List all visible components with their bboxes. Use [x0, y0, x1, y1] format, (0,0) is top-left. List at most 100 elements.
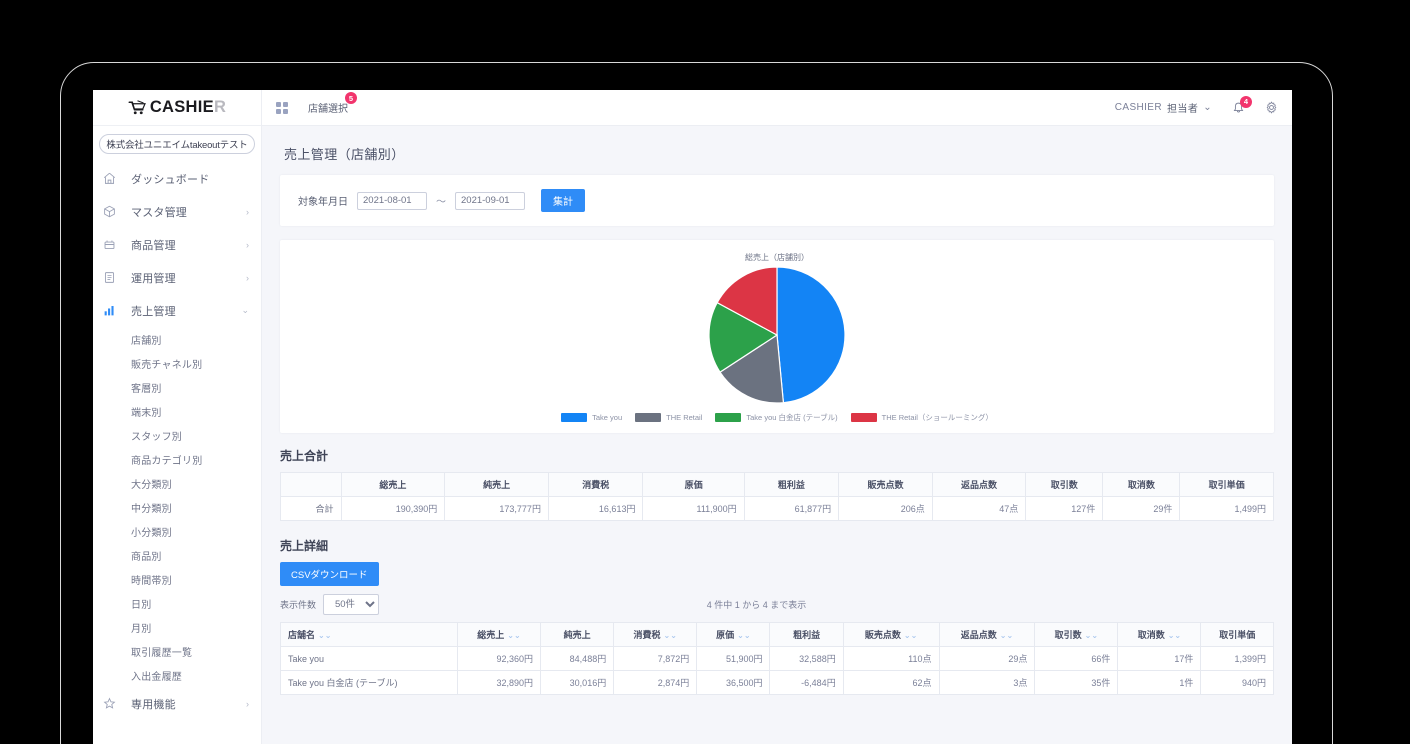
detail-column-header[interactable]: 取消数 ⌄⌄ — [1117, 622, 1202, 647]
sidebar-item-special-features[interactable]: 専用機能 › — [93, 687, 261, 720]
grid-icon[interactable] — [276, 101, 288, 114]
notification-badge: 4 — [1240, 95, 1252, 108]
legend-item[interactable]: THE Retail（ショールーミング） — [850, 412, 993, 423]
sidebar-subitem-11[interactable]: 日別 — [93, 591, 261, 615]
detail-cell: 110点 — [842, 646, 940, 671]
pie-chart — [280, 265, 1274, 405]
legend-label: Take you 白金店 (テーブル) — [746, 413, 838, 422]
sidebar-subitem-10[interactable]: 時間帯別 — [93, 567, 261, 591]
detail-column-header[interactable]: 取引数 ⌄⌄ — [1034, 622, 1119, 647]
sidebar-item-products[interactable]: 商品管理 › — [93, 228, 261, 261]
detail-column-header: 純売上 — [539, 622, 615, 647]
sidebar-subitem-9[interactable]: 商品別 — [93, 543, 261, 567]
sidebar-subitem-1[interactable]: 販売チャネル別 — [93, 351, 261, 375]
chevron-right-icon: › — [246, 206, 249, 217]
per-page-select[interactable]: 50件 — [323, 594, 380, 615]
store-select-button[interactable]: 店舗選択 5 — [308, 92, 357, 115]
sidebar-subitem-13[interactable]: 取引履歴一覧 — [93, 639, 261, 663]
sort-icon: ⌄⌄ — [999, 631, 1014, 640]
sidebar-subitem-2[interactable]: 客層別 — [93, 375, 261, 399]
chevron-right-icon: › — [246, 239, 249, 250]
sidebar-item-label: ダッシュボード — [131, 173, 210, 186]
detail-cell: 1件 — [1117, 670, 1202, 695]
sort-icon: ⌄⌄ — [507, 631, 521, 640]
table-row[interactable]: Take you 白金店 (テーブル) 32,890円 30,016円 2,874円 3… — [280, 670, 1274, 695]
sidebar-subitem-3[interactable]: 端末別 — [93, 399, 261, 423]
sidebar-item-label: 売上管理 — [131, 305, 176, 318]
filter-card: 対象年月日 ～ 集計 — [280, 175, 1274, 226]
summary-cell: 1,499円 — [1179, 496, 1274, 521]
detail-table-header-row: 店舗名 ⌄⌄ 総売上 ⌄⌄ 純売上 消費税 ⌄⌄ 原価 ⌄⌄ 粗利益 販売点数 ⌄⌄ 返品点数 ⌄⌄ 取引数… — [280, 622, 1274, 647]
legend-item[interactable]: THE Retail — [635, 412, 702, 423]
user-menu[interactable]: CASHIER 担当者 ⌄ — [1115, 100, 1212, 115]
notification-bell-button[interactable]: 4 — [1232, 95, 1252, 115]
clipboard-icon — [103, 271, 123, 284]
summary-heading: 売上合計 — [280, 449, 329, 463]
detail-cell: 92,360円 — [456, 646, 541, 671]
sort-icon: ⌄⌄ — [737, 631, 751, 640]
csv-download-button[interactable]: CSVダウンロード — [280, 562, 379, 586]
summary-column-header: 粗利益 — [743, 472, 840, 497]
summary-column-header: 総売上 — [340, 472, 446, 497]
detail-cell: 29点 — [938, 646, 1036, 671]
chevron-right-icon: › — [246, 698, 249, 709]
settings-button[interactable] — [1265, 101, 1278, 114]
aggregate-button[interactable]: 集計 — [541, 189, 585, 212]
sort-icon: ⌄⌄ — [318, 631, 332, 640]
table-controls-row: 表示件数 50件 4 件中 1 から 4 まで表示 — [280, 594, 1274, 615]
sidebar-item-sales[interactable]: 売上管理 ⌄ — [93, 294, 261, 327]
company-badge: 株式会社ユニエイムtakeoutテスト — [99, 134, 255, 154]
detail-cell: 2,874円 — [613, 670, 698, 695]
detail-column-header[interactable]: 店舗名 ⌄⌄ — [280, 622, 458, 647]
sidebar-subitem-12[interactable]: 月別 — [93, 615, 261, 639]
sidebar-item-master[interactable]: マスタ管理 › — [93, 195, 261, 228]
sidebar-nav: ダッシュボード マスタ管理 › 商品管理 › 運用管理 › 売上管理 ⌄ 店舗別… — [93, 160, 261, 720]
sidebar-subitem-14[interactable]: 入出金履歴 — [93, 663, 261, 687]
sort-icon: ⌄⌄ — [1167, 631, 1182, 640]
summary-column-header: 返品点数 — [931, 472, 1027, 497]
detail-column-header[interactable]: 原価 ⌄⌄ — [696, 622, 771, 647]
sidebar-subitem-4[interactable]: スタッフ別 — [93, 423, 261, 447]
summary-cell: 190,390円 — [340, 496, 446, 521]
sidebar-item-label: マスタ管理 — [131, 206, 187, 219]
sidebar-subitem-6[interactable]: 大分類別 — [93, 471, 261, 495]
legend-item[interactable]: Take you — [561, 412, 622, 423]
sidebar-item-operations[interactable]: 運用管理 › — [93, 261, 261, 294]
user-role-label: 担当者 — [1167, 104, 1199, 115]
detail-cell: Take you — [280, 646, 458, 671]
summary-cell: 111,900円 — [642, 496, 745, 521]
legend-label: THE Retail — [666, 413, 703, 422]
detail-column-header[interactable]: 返品点数 ⌄⌄ — [938, 622, 1036, 647]
screenshot-stage: CASHIER 株式会社ユニエイムtakeoutテスト ダッシュボード マスタ管… — [0, 0, 1410, 744]
sort-icon: ⌄⌄ — [903, 631, 918, 640]
sidebar-subitem-8[interactable]: 小分類別 — [93, 519, 261, 543]
brand-logo[interactable]: CASHIER — [93, 90, 261, 126]
legend-item[interactable]: Take you 白金店 (テーブル) — [715, 412, 838, 423]
detail-cell: 940円 — [1200, 670, 1274, 695]
record-count-info: 4 件中 1 から 4 まで表示 — [706, 600, 807, 610]
detail-column-header[interactable]: 販売点数 ⌄⌄ — [842, 622, 940, 647]
table-row[interactable]: Take you 92,360円 84,488円 7,872円 51,900円 32,58… — [280, 646, 1274, 671]
sidebar-item-dashboard[interactable]: ダッシュボード — [93, 162, 261, 195]
detail-cell: Take you 白金店 (テーブル) — [280, 670, 458, 695]
sidebar-subitem-0[interactable]: 店舗別 — [93, 327, 261, 351]
pie-slice[interactable] — [776, 266, 846, 404]
summary-column-header: 原価 — [642, 472, 745, 497]
pie-chart-svg — [708, 266, 846, 404]
detail-table-body: Take you 92,360円 84,488円 7,872円 51,900円 32,58… — [280, 646, 1274, 695]
summary-cell: 173,777円 — [444, 496, 549, 521]
main-content: 売上管理（店舗別） 対象年月日 ～ 集計 総売上（店舗別） Take you TH… — [262, 126, 1292, 744]
detail-column-header: 粗利益 — [769, 622, 844, 647]
cube-icon — [103, 205, 123, 218]
summary-column-header: 販売点数 — [838, 472, 933, 497]
sidebar-subitem-5[interactable]: 商品カテゴリ別 — [93, 447, 261, 471]
legend-label: Take you — [592, 413, 623, 422]
chart-title: 総売上（店舗別） — [745, 253, 809, 262]
date-from-input[interactable] — [357, 191, 427, 210]
date-to-input[interactable] — [455, 191, 525, 210]
sidebar-submenu: 店舗別 販売チャネル別 客層別 端末別 スタッフ別 商品カテゴリ別 大分類別 中… — [93, 327, 261, 687]
sidebar-subitem-7[interactable]: 中分類別 — [93, 495, 261, 519]
detail-column-header[interactable]: 消費税 ⌄⌄ — [613, 622, 698, 647]
detail-column-header[interactable]: 総売上 ⌄⌄ — [456, 622, 541, 647]
summary-column-header — [280, 472, 342, 497]
